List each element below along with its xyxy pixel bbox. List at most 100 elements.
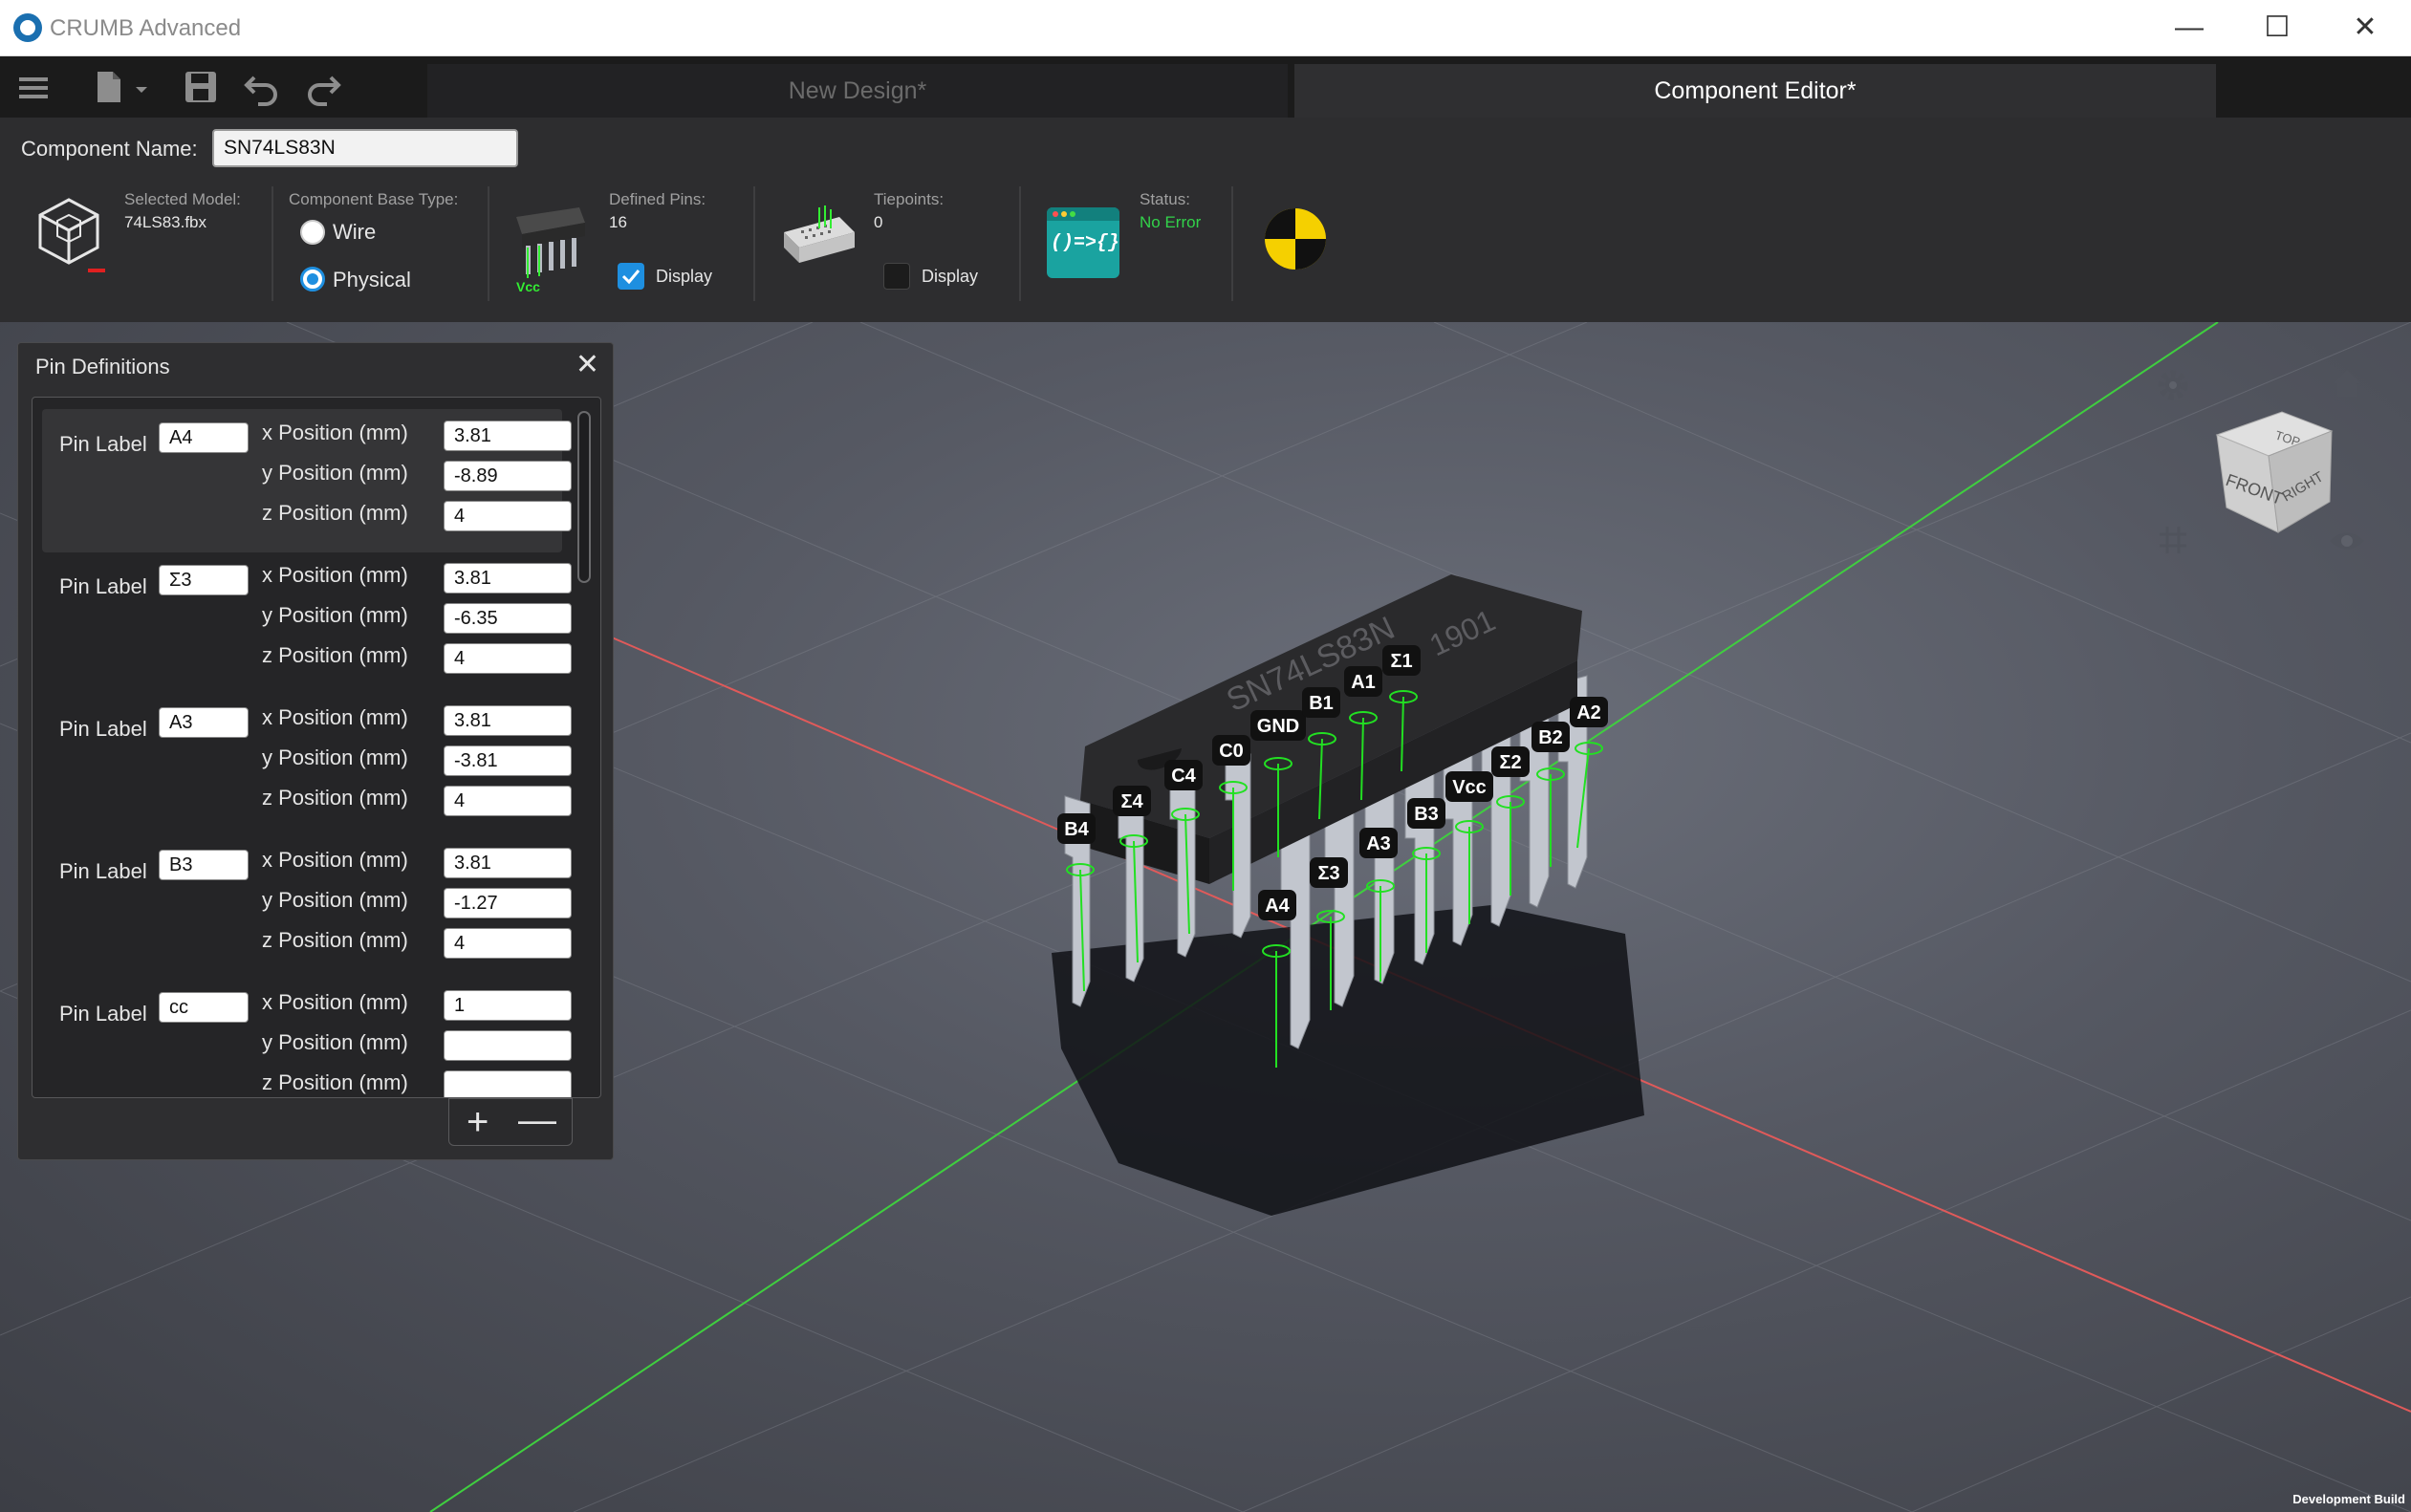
- divider: [488, 186, 489, 301]
- pin-tag-c4: C4: [1171, 766, 1196, 787]
- pin-tag: A3: [1359, 828, 1398, 858]
- pin-list-buttons: + —: [448, 1098, 573, 1146]
- pin-entry[interactable]: Pin Label x Position (mm) y Position (mm) z…: [42, 409, 572, 552]
- pin-tag: A2: [1570, 697, 1608, 727]
- z-position-input[interactable]: [444, 786, 572, 816]
- pin-tag: C4: [1164, 760, 1203, 790]
- pin-tag: Σ2: [1491, 746, 1530, 777]
- pin-tag: B1: [1302, 687, 1340, 718]
- pin-tag-vcc: Vcc: [1452, 777, 1487, 798]
- component-name-input[interactable]: [212, 129, 518, 167]
- y-position-input[interactable]: [444, 1030, 572, 1061]
- pin-tag: B3: [1407, 798, 1445, 829]
- pin-label-caption: Pin Label: [59, 717, 147, 741]
- pin-tag: B2: [1531, 722, 1570, 752]
- z-position-input[interactable]: [444, 643, 572, 674]
- app-title: CRUMB Advanced: [50, 15, 242, 41]
- x-position-input[interactable]: [444, 990, 572, 1021]
- pin-label-input[interactable]: [159, 422, 249, 453]
- divider: [1231, 186, 1233, 301]
- x-position-input[interactable]: [444, 848, 572, 878]
- x-position-input[interactable]: [444, 705, 572, 736]
- development-build-label: Development Build: [2292, 1492, 2405, 1506]
- x-position-label: x Position (mm): [262, 990, 408, 1014]
- pin-label-input[interactable]: [159, 707, 249, 738]
- y-position-label: y Position (mm): [262, 888, 408, 912]
- pin-tag-gnd: GND: [1257, 716, 1299, 737]
- pin-entry[interactable]: Pin Label x Position (mm) y Position (mm) z…: [42, 836, 572, 980]
- pin-label-input[interactable]: [159, 565, 249, 595]
- pin-tag-s4: Σ4: [1120, 791, 1143, 812]
- y-axis-line: [429, 322, 2219, 1512]
- menu-icon[interactable]: [17, 66, 50, 108]
- maximize-button[interactable]: ☐: [2248, 8, 2306, 48]
- divider: [1019, 186, 1021, 301]
- minimize-button[interactable]: —: [2161, 8, 2218, 48]
- model-cube-icon[interactable]: [33, 192, 109, 276]
- defined-pins-value: 16: [609, 213, 627, 231]
- pin-entry[interactable]: Pin Label x Position (mm) y Position (mm) z…: [42, 694, 572, 837]
- x-position-label: x Position (mm): [262, 563, 408, 587]
- wire-radio[interactable]: [300, 220, 325, 245]
- yellow-dot-icon: [1061, 211, 1067, 217]
- display-tiepoints-checkbox[interactable]: [883, 263, 910, 290]
- redo-icon[interactable]: [304, 66, 342, 108]
- pin-definitions-panel: Pin Definitions ✕ Pin Label x Position (m…: [17, 342, 614, 1160]
- pin-tag: Σ4: [1113, 786, 1151, 816]
- y-position-label: y Position (mm): [262, 603, 408, 627]
- pins-ic-icon: Vcc: [516, 207, 585, 294]
- app-window: CRUMB Advanced — ☐ ✕ New Design* Compone…: [0, 0, 2411, 1512]
- x-position-input[interactable]: [444, 563, 572, 594]
- pin-tag: GND: [1250, 710, 1306, 741]
- script-icon-text: ()=>{}: [1051, 232, 1119, 254]
- pin-entry[interactable]: Pin Label x Position (mm) y Position (mm) z…: [42, 551, 572, 695]
- x-position-label: x Position (mm): [262, 848, 408, 872]
- y-position-input[interactable]: [444, 888, 572, 918]
- grid-icon[interactable]: [2156, 523, 2190, 557]
- z-position-input[interactable]: [444, 501, 572, 531]
- pin-tag-c0: C0: [1219, 741, 1244, 762]
- script-editor-button[interactable]: ()=>{}: [1047, 207, 1119, 278]
- close-panel-icon[interactable]: ✕: [576, 351, 599, 379]
- breadboard-icon: [784, 205, 855, 263]
- remove-pin-button[interactable]: —: [518, 1101, 556, 1139]
- status-value: No Error: [1140, 213, 1202, 231]
- pin-list[interactable]: Pin Label x Position (mm) y Position (mm) z…: [32, 397, 601, 1098]
- add-pin-button[interactable]: +: [467, 1103, 489, 1141]
- z-position-label: z Position (mm): [262, 501, 408, 525]
- pin-entry[interactable]: Pin Label x Position (mm) y Position (mm) z…: [42, 979, 572, 1097]
- x-position-input[interactable]: [444, 421, 572, 451]
- pin-label-caption: Pin Label: [59, 574, 147, 598]
- component-properties-panel: Component Name: Selected Model: 74LS83.f…: [0, 118, 2411, 322]
- origin-marker-icon[interactable]: [1262, 205, 1329, 272]
- display-pins-checkbox[interactable]: [618, 263, 644, 290]
- pin-label-input[interactable]: [159, 850, 249, 880]
- new-file-icon[interactable]: [94, 66, 157, 108]
- close-button[interactable]: ✕: [2336, 8, 2394, 48]
- undo-icon[interactable]: [243, 66, 281, 108]
- tab-new-design[interactable]: New Design*: [427, 64, 1288, 118]
- z-position-input[interactable]: [444, 928, 572, 959]
- pin-tag-s2: Σ2: [1499, 752, 1521, 773]
- pin-label-input[interactable]: [159, 992, 249, 1023]
- save-icon[interactable]: [182, 66, 220, 108]
- toolbar: New Design* Component Editor*: [0, 56, 2411, 118]
- pin-list-scrollbar[interactable]: [577, 411, 591, 583]
- divider: [272, 186, 273, 301]
- nav-cube[interactable]: TOP FRONT RIGHT: [2205, 397, 2349, 540]
- y-position-input[interactable]: [444, 603, 572, 634]
- red-dot-icon: [1053, 211, 1058, 217]
- y-position-input[interactable]: [444, 745, 572, 776]
- tab-component-editor[interactable]: Component Editor*: [1294, 64, 2216, 118]
- pin-label-caption: Pin Label: [59, 1002, 147, 1026]
- pin-tag: Σ3: [1310, 857, 1348, 888]
- physical-radio[interactable]: [300, 267, 325, 292]
- divider: [753, 186, 755, 301]
- z-position-input[interactable]: [444, 1070, 572, 1097]
- settings-gear-icon[interactable]: [2156, 368, 2190, 402]
- pin-tag-s1: Σ1: [1390, 651, 1412, 672]
- y-position-label: y Position (mm): [262, 745, 408, 769]
- home-icon[interactable]: [2330, 366, 2364, 400]
- y-position-input[interactable]: [444, 461, 572, 491]
- component-name-label: Component Name:: [21, 137, 198, 161]
